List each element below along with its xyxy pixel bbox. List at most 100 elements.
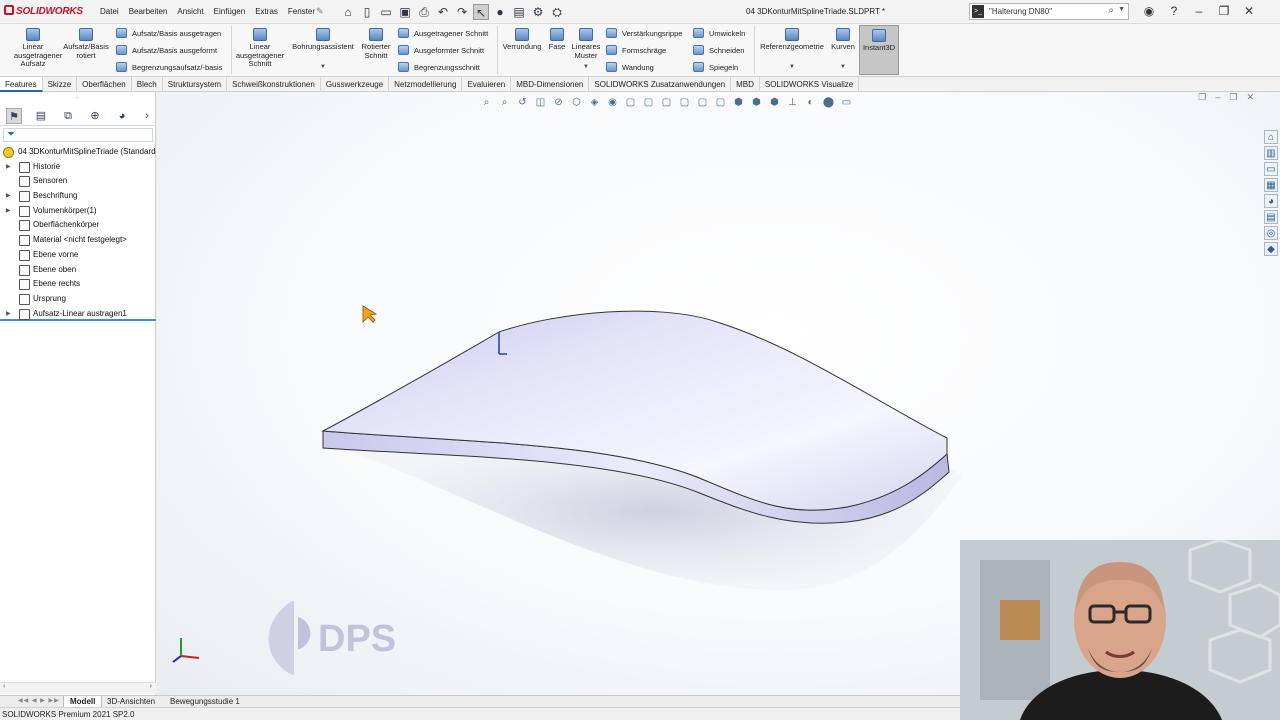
section-view-icon[interactable]: ◫ [534,96,547,109]
display-style-icon[interactable]: ◈ [588,96,601,109]
hole-wizard-button[interactable]: Bohrungsassistent [290,28,356,52]
appearances-icon[interactable]: ◕ [1264,194,1278,208]
edit-appearance-icon[interactable]: ◐ [804,96,817,109]
mirror-button[interactable]: Spiegeln [693,62,738,72]
undo-icon[interactable]: ↶ [435,4,451,20]
panel-grip-icon[interactable]: ⁘ [74,94,80,102]
tree-root-part[interactable]: 04 3DKonturMitSplineTriade (Standard [0,145,156,160]
tree-item-material[interactable]: Material <nicht festgelegt> [0,233,156,248]
traffic-light-icon[interactable]: ● [492,4,508,20]
search-box[interactable]: >_ "Halterung DN80" ⌕ ▼ [969,3,1129,20]
tab-zusatzanwendungen[interactable]: SOLIDWORKS Zusatzanwendungen [589,77,732,92]
view-cube-bottom-icon[interactable]: ▢ [714,96,727,109]
zoom-to-fit-icon[interactable]: ⌕ [480,96,493,109]
reference-geometry-dropdown-icon[interactable]: ▼ [789,64,795,70]
reference-geometry-button[interactable]: Referenzgeometrie [757,28,827,52]
configurationmanager-tab-icon[interactable]: ⧉ [60,108,76,124]
pin-icon[interactable]: ✎ [316,6,324,17]
normal-to-icon[interactable]: ⊥ [786,96,799,109]
doc-restore-icon[interactable]: ❐ [1229,92,1237,103]
pattern-dropdown-icon[interactable]: ▼ [583,64,589,70]
expand-arrow-icon[interactable]: ▶ [6,189,11,204]
menu-ansicht[interactable]: Ansicht [172,7,208,16]
view-orientation-icon[interactable]: ⬡ [570,96,583,109]
scroll-right-icon[interactable]: › [150,683,152,690]
tab-features[interactable]: Features [0,77,43,92]
print-icon[interactable]: ⎙ [416,4,432,20]
scroll-left-icon[interactable]: ‹ [3,683,5,690]
tab-struktursystem[interactable]: Struktursystem [163,77,228,92]
tree-item-historie[interactable]: ▶ Historie [0,160,156,175]
view-cube-top-icon[interactable]: ▢ [696,96,709,109]
tree-item-ebene-vorne[interactable]: Ebene vorne [0,248,156,263]
options-gear-icon[interactable]: ⚙ [530,4,546,20]
tree-item-oberflaechenkoerper[interactable]: Oberflächenkörper [0,218,156,233]
view-cube-left-icon[interactable]: ▢ [660,96,673,109]
tab-blech[interactable]: Blech [132,77,163,92]
file-properties-icon[interactable]: ▤ [511,4,527,20]
tab-mbd[interactable]: MBD [731,77,760,92]
draft-button[interactable]: Formschräge [606,45,666,55]
filter-icon[interactable]: ⏷ [7,129,15,140]
revolved-boss-button[interactable]: Aufsatz/Basis rotiert [62,28,110,60]
boundary-boss-button[interactable]: Begrenzungsaufsatz/-basis [116,62,222,72]
shell-button[interactable]: Wandung [606,62,654,72]
open-folder-icon[interactable]: ▭ [378,4,394,20]
command-search-icon[interactable]: >_ [972,5,984,18]
view-settings-icon[interactable]: ▭ [840,96,853,109]
forum-icon[interactable]: ◎ [1264,226,1278,240]
chamfer-button[interactable]: Fase [546,28,568,52]
close-icon[interactable]: ✕ [1242,4,1256,18]
tree-item-aufsatz-linear[interactable]: ▶ Aufsatz-Linear austragen1 [0,307,156,322]
select-pointer-icon[interactable]: ↖ [473,4,489,20]
hide-show-items-icon[interactable]: ◉ [606,96,619,109]
tree-item-beschriftung[interactable]: ▶ Beschriftung [0,189,156,204]
user-options-icon[interactable]: ⛭ [549,4,565,20]
curves-dropdown-icon[interactable]: ▼ [840,64,846,70]
tree-item-ursprung[interactable]: Ursprung [0,292,156,307]
apply-scene-icon[interactable]: ⬤ [822,96,835,109]
tab-oberflaechen[interactable]: Oberflächen [77,77,132,92]
solidworks-resources-icon[interactable]: ⌂ [1264,130,1278,144]
swept-boss-button[interactable]: Aufsatz/Basis ausgetragen [116,28,221,38]
expand-arrow-icon[interactable]: ▶ [6,307,11,322]
search-input[interactable]: "Halterung DN80" [989,7,1052,16]
expand-arrow-icon[interactable]: ▶ [6,160,11,175]
dimetric-view-icon[interactable]: ⬢ [768,96,781,109]
tree-horizontal-scrollbar[interactable]: ‹ › [0,682,156,694]
tab-scroll-arrows-icon[interactable]: ◀◀ ◀ ▶ ▶▶ [18,697,60,704]
account-icon[interactable]: ◉ [1142,4,1156,18]
tree-item-volumenkoerper[interactable]: ▶ Volumenkörper(1) [0,204,156,219]
propertymanager-tab-icon[interactable]: ▤ [33,108,49,124]
isometric-view-icon[interactable]: ⬢ [732,96,745,109]
doc-minimize-icon[interactable]: – [1215,92,1220,103]
file-explorer-icon[interactable]: ▭ [1264,162,1278,176]
tree-item-sensoren[interactable]: Sensoren [0,174,156,189]
fillet-button[interactable]: Verrundung [500,28,544,52]
dynamic-annotation-icon[interactable]: ⊘ [552,96,565,109]
menu-bearbeiten[interactable]: Bearbeiten [124,7,173,16]
rib-button[interactable]: Verstärkungsrippe [606,28,682,38]
search-icon[interactable]: ⌕ [1108,5,1114,16]
tab-visualize[interactable]: SOLIDWORKS Visualize [760,77,860,92]
hole-wizard-dropdown-icon[interactable]: ▼ [320,64,326,70]
tree-item-ebene-rechts[interactable]: Ebene rechts [0,277,156,292]
revolved-cut-button[interactable]: Rotierter Schnitt [358,28,394,60]
restore-icon[interactable]: ❐ [1217,4,1231,18]
displaymanager-tab-icon[interactable]: ◕ [114,108,130,124]
swept-cut-button[interactable]: Ausgetragener Schnitt [398,28,488,38]
menu-datei[interactable]: Datei [95,7,124,16]
tree-filter[interactable]: ⏷ [3,128,153,142]
zoom-to-area-icon[interactable]: ⌕ [498,96,511,109]
view-cube-front-icon[interactable]: ▢ [624,96,637,109]
panel-expand-icon[interactable]: › [139,108,155,124]
intersect-button[interactable]: Schneiden [693,45,744,55]
tab-netzmodellierung[interactable]: Netzmodellierung [389,77,463,92]
linear-extruded-cut-button[interactable]: Linear ausgetragener Schnitt [234,28,286,69]
redo-icon[interactable]: ↷ [454,4,470,20]
previous-view-icon[interactable]: ↺ [516,96,529,109]
tab-evaluieren[interactable]: Evaluieren [462,77,512,92]
trimetric-view-icon[interactable]: ⬢ [750,96,763,109]
view-palette-icon[interactable]: ▦ [1264,178,1278,192]
dimxpertmanager-tab-icon[interactable]: ⊕ [87,108,103,124]
